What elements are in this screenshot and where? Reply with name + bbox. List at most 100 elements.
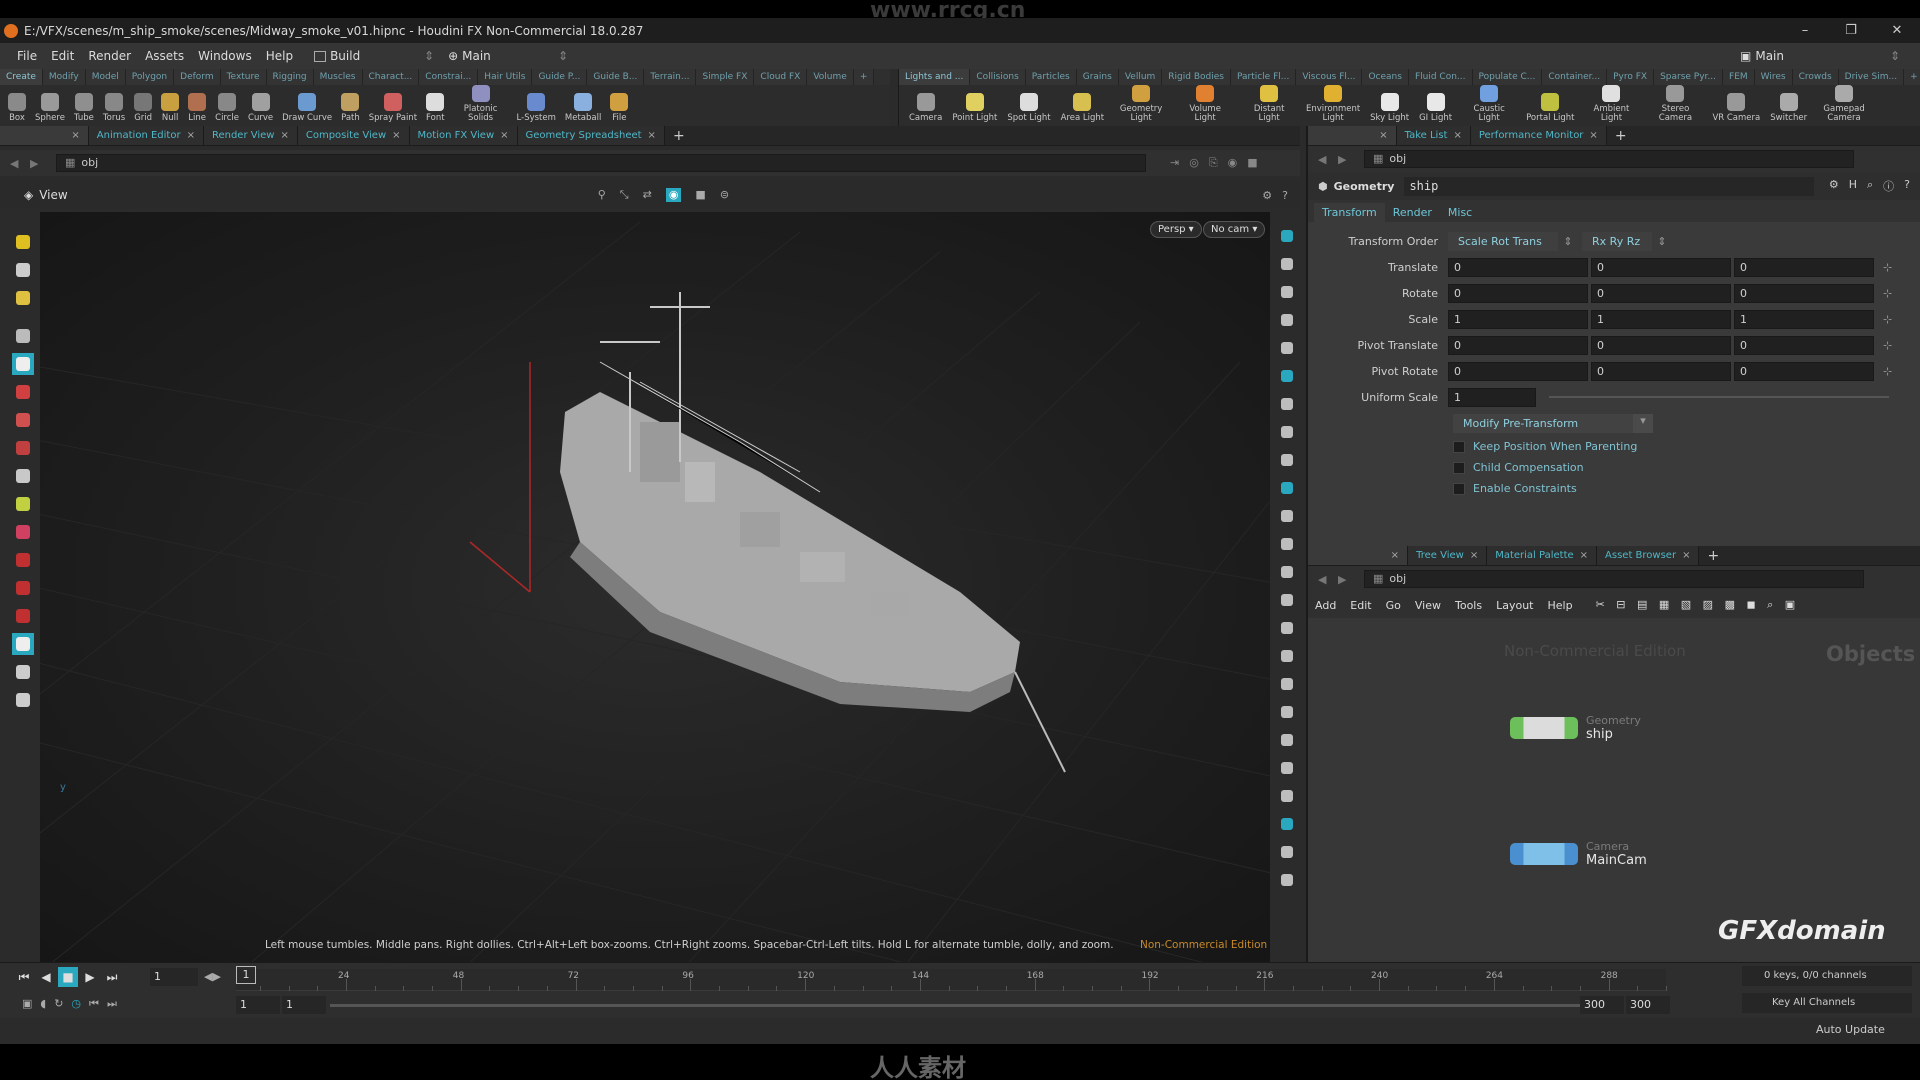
shelf-tool-metaball[interactable]: Metaball (565, 85, 601, 125)
person-icon[interactable] (1276, 421, 1298, 443)
shelf-tab-model[interactable]: Model (85, 69, 126, 85)
tab-material-palette[interactable]: Material Palette × (1487, 546, 1598, 565)
param-translate-x[interactable]: 0 (1448, 257, 1588, 277)
param-scale-y[interactable]: 1 (1591, 309, 1731, 329)
brush-icon[interactable] (1276, 561, 1298, 583)
network-menu-help[interactable]: Help (1541, 599, 1580, 612)
viewport-3d[interactable]: y Persp ▾ No cam ▾ Left mouse tumbles. M… (40, 212, 1270, 962)
abc-icon[interactable] (1276, 785, 1298, 807)
start-frame-field[interactable]: 1 (236, 996, 280, 1014)
flag-icon[interactable] (1276, 673, 1298, 695)
viewport-options-icon[interactable]: ⚙ (1262, 189, 1272, 202)
next-key-icon[interactable]: ⏭ (107, 997, 117, 1011)
shelf-tab-crowds[interactable]: Crowds (1792, 69, 1839, 85)
box-icon[interactable] (1276, 701, 1298, 723)
shelf-tab-rigging[interactable]: Rigging (266, 69, 314, 85)
shelf-tab-collisions[interactable]: Collisions (970, 69, 1026, 85)
frame-icon[interactable] (1276, 869, 1298, 891)
tab-composite-view[interactable]: Composite View × (297, 126, 410, 145)
close-button[interactable]: ✕ (1874, 23, 1920, 38)
render-icon[interactable] (1276, 505, 1298, 527)
paint-icon[interactable] (1276, 589, 1298, 611)
shelf-tab-muscles[interactable]: Muscles (313, 69, 363, 85)
network-menu-add[interactable]: Add (1308, 599, 1343, 612)
loop-icon[interactable]: ↻ (54, 997, 63, 1011)
image-icon[interactable] (1276, 813, 1298, 835)
shelf-tool-vr-camera[interactable]: VR Camera (1712, 85, 1760, 125)
shelf-tab-modify[interactable]: Modify (42, 69, 86, 85)
ghost-icon[interactable]: ⊜ (720, 188, 729, 202)
shelf-tool-line[interactable]: Line (188, 85, 207, 125)
network-menu-tools[interactable]: Tools (1448, 599, 1489, 612)
shelf-tab-oceans[interactable]: Oceans (1362, 69, 1409, 85)
param-translate-z[interactable]: 0 (1734, 257, 1874, 277)
close-icon[interactable]: × (280, 130, 288, 141)
add-tab-icon[interactable]: + (673, 128, 685, 144)
shelf-tool-volume-light[interactable]: Volume Light (1178, 85, 1232, 125)
shelf-tab-constrai[interactable]: Constrai... (419, 69, 479, 85)
render-region-icon[interactable] (12, 689, 34, 711)
desktop-selector[interactable]: ⊕ Main ⇕ (448, 49, 568, 63)
shelf-tool-grid[interactable]: Grid (134, 85, 153, 125)
channel-key-icon[interactable]: ⊹ (1883, 261, 1892, 274)
shelf-tab-create[interactable]: Create (0, 69, 43, 85)
forward-arrow-icon[interactable]: ▶ (1338, 573, 1352, 586)
shelf-tool-sphere[interactable]: Sphere (35, 85, 65, 125)
shelf-tab-wires[interactable]: Wires (1754, 69, 1793, 85)
select-icon[interactable] (12, 231, 34, 253)
close-icon[interactable]: × (187, 130, 195, 141)
channel-key-icon[interactable]: ⊹ (1883, 287, 1892, 300)
tab-network-view[interactable]: Network View × (1308, 546, 1409, 565)
shelf-tab-vellum[interactable]: Vellum (1118, 69, 1163, 85)
channel-key-icon[interactable]: ⊹ (1883, 313, 1892, 326)
forward-arrow-icon[interactable]: ▶ (1338, 153, 1352, 166)
shelf-tool-draw-curve[interactable]: Draw Curve (282, 85, 332, 125)
add-shelf-tab-icon[interactable]: + (853, 69, 875, 85)
menu-render[interactable]: Render (81, 49, 138, 63)
close-icon[interactable]: × (1379, 130, 1387, 141)
lock-icon[interactable] (12, 353, 34, 375)
shelf-tool-l-system[interactable]: L-System (517, 85, 556, 125)
minimize-button[interactable]: – (1782, 23, 1828, 38)
realtime-icon[interactable]: ◷ (71, 997, 81, 1011)
shelf-tab-polygon[interactable]: Polygon (125, 69, 175, 85)
tab-render[interactable]: Render (1385, 203, 1440, 222)
path-bar-buttons[interactable]: ⇥◎⎘◉■ (1170, 156, 1268, 170)
shelf-tool-point-light[interactable]: Point Light (952, 85, 997, 125)
maximize-button[interactable]: ❐ (1828, 23, 1874, 38)
menu-file[interactable]: File (10, 49, 44, 63)
shelf-tab-deform[interactable]: Deform (174, 69, 221, 85)
shelf-tab-viscous-fl[interactable]: Viscous Fl... (1296, 69, 1363, 85)
checkbox-enable-constraints[interactable]: Enable Constraints (1453, 478, 1920, 499)
rotate-icon[interactable] (12, 437, 34, 459)
brush-icon[interactable] (12, 493, 34, 515)
tab-render-view[interactable]: Render View × (203, 126, 298, 145)
back-arrow-icon[interactable]: ◀ (1318, 153, 1332, 166)
pin-icon[interactable] (12, 577, 34, 599)
shelf-tool-gamepad-camera[interactable]: Gamepad Camera (1817, 85, 1871, 125)
node-maincam[interactable]: Camera MainCam (1510, 840, 1647, 868)
shelf-tool-platonic-solids[interactable]: Platonic Solids (454, 85, 508, 125)
param-pivot-translate-x[interactable]: 0 (1448, 335, 1588, 355)
target-icon[interactable] (1276, 309, 1298, 331)
light-icon[interactable] (1276, 253, 1298, 275)
network-toolbar-icons[interactable]: ✂ ⊟ ▤ ▦ ▧ ▨ ▩ ◼ ⌕ ▣ (1596, 598, 1800, 612)
snap-magnet-icon[interactable] (12, 605, 34, 627)
param-path-field[interactable]: ▦ obj (1364, 150, 1854, 168)
sphere-icon[interactable] (12, 661, 34, 683)
speaker-icon[interactable]: ◖ (40, 997, 46, 1011)
network-menu-edit[interactable]: Edit (1343, 599, 1378, 612)
close-icon[interactable]: × (1453, 130, 1461, 141)
back-arrow-icon[interactable]: ◀ (10, 157, 24, 170)
help-icon[interactable]: ? (1282, 189, 1288, 202)
lock-icon[interactable] (1276, 281, 1298, 303)
checkbox-keep-position-when-parenting[interactable]: Keep Position When Parenting (1453, 436, 1920, 457)
shelf-tool-gi-light[interactable]: GI Light (1419, 85, 1452, 125)
shelf-tool-caustic-light[interactable]: Caustic Light (1462, 85, 1516, 125)
tab-performance-monitor[interactable]: Performance Monitor × (1470, 126, 1607, 145)
shelf-tab-volume[interactable]: Volume (807, 69, 854, 85)
shelf-tool-torus[interactable]: Torus (103, 85, 125, 125)
shelf-tool-camera[interactable]: Camera (909, 85, 942, 125)
shelf-tool-spot-light[interactable]: Spot Light (1007, 85, 1051, 125)
shelf-tab-guide-b[interactable]: Guide B... (587, 69, 645, 85)
